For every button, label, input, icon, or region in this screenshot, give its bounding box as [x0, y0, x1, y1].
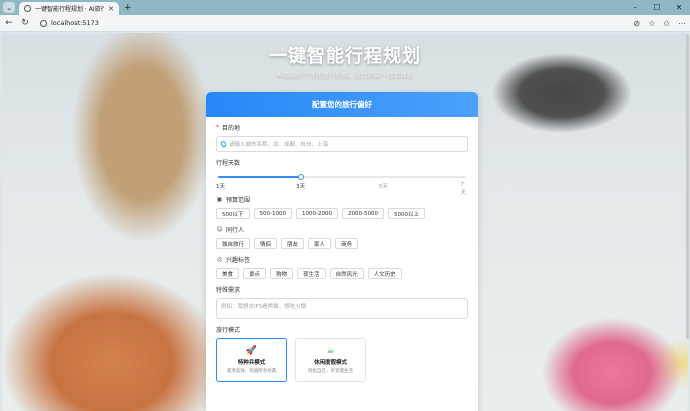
tab-actions-menu-icon[interactable]: ⌄ [3, 2, 15, 13]
destination-label-text: 目的地 [222, 125, 241, 132]
reload-icon[interactable]: ↻ [20, 18, 30, 28]
destination-label: * 目的地 [216, 123, 468, 132]
mode-label: 旅行模式 [216, 325, 468, 334]
page-viewport: 一键智能行程规划 AI驱动的个性化旅行攻略，让您的每一程都精彩 配置您的旅行偏好… [2, 33, 688, 411]
companion-chip[interactable]: 朋友 [281, 238, 305, 249]
tracking-prevention-icon[interactable]: ⊘ [633, 19, 640, 28]
budget-label-text: 预算范围 [226, 197, 251, 204]
mode-card-intensive[interactable]: 🚀 特种兵模式 紧凑高效，玩遍所有经典 [216, 338, 287, 382]
slider-mark-5: 5天 [378, 184, 388, 190]
preferences-card: 配置您的旅行偏好 * 目的地 请输入城市名称，如：成都、杭州、上海 行程天数 1… [206, 92, 478, 411]
companions-label: ☺ 同行人 [216, 225, 468, 234]
budget-chip[interactable]: 2000-5000 [341, 208, 384, 219]
budget-chip[interactable]: 1000-2000 [295, 208, 338, 219]
mode-title: 休闲度假模式 [313, 359, 347, 366]
slider-handle[interactable] [297, 174, 304, 180]
interest-chip[interactable]: 购物 [270, 268, 294, 279]
hero-subtitle: AI驱动的个性化旅行攻略，让您的每一程都精彩 [276, 71, 414, 79]
special-label: 特殊需求 [216, 285, 468, 294]
rocket-icon: 🚀 [245, 345, 258, 356]
wallet-icon: ▣ [216, 196, 223, 203]
mode-title: 特种兵模式 [237, 359, 266, 366]
budget-options: 500以下 500-1000 1000-2000 2000-5000 5000以… [216, 208, 468, 219]
mode-desc: 紧凑高效，玩遍所有经典 [226, 368, 277, 374]
interest-chip[interactable]: 美食 [216, 268, 240, 279]
window-controls: – ☐ ✕ [624, 3, 690, 12]
coffee-icon: ☕ [326, 345, 335, 356]
special-placeholder: 例如：我想去IFS看熊猫，想吃火锅 [221, 304, 307, 310]
companion-options: 独自旅行 情侣 朋友 家人 商务 [216, 238, 468, 249]
slider-mark-3: 3天 [296, 184, 306, 190]
more-menu-icon[interactable]: ⋯ [678, 19, 686, 28]
companion-chip[interactable]: 独自旅行 [216, 238, 251, 249]
mode-desc: 轻松自在，享受慢生活 [308, 368, 353, 374]
card-header: 配置您的旅行偏好 [206, 92, 478, 117]
interest-chip[interactable]: 夜生活 [297, 268, 326, 279]
days-label-text: 行程天数 [216, 160, 241, 167]
close-tab-icon[interactable]: ✕ [108, 5, 114, 13]
companion-chip[interactable]: 商务 [335, 238, 359, 249]
browser-tab[interactable]: 一键智能行程规划 · AI旅行助手 ✕ [19, 2, 119, 15]
interest-chip[interactable]: 自然风光 [329, 268, 364, 279]
days-label: 行程天数 [216, 158, 468, 167]
mode-options: 🚀 特种兵模式 紧凑高效，玩遍所有经典 ☕ 休闲度假模式 轻松自在，享受慢生活 [216, 338, 468, 382]
required-mark: * [216, 124, 219, 131]
budget-label: ▣ 预算范围 [216, 195, 468, 204]
page-scrollbar[interactable] [686, 34, 689, 339]
companion-chip[interactable]: 情侣 [254, 238, 278, 249]
address-bar: ← ↻ localhost:5173 ⊘ ☆ ✩ ⋯ [0, 15, 690, 32]
favorites-icon[interactable]: ✩ [663, 19, 670, 28]
location-pin-icon [219, 140, 228, 148]
location-icon: ◎ [216, 256, 223, 263]
interest-chip[interactable]: 景点 [243, 268, 267, 279]
interests-label-text: 兴趣标签 [226, 257, 251, 264]
slider-mark-7: 7天 [460, 182, 467, 196]
special-label-text: 特殊需求 [216, 287, 241, 294]
budget-chip[interactable]: 500-1000 [253, 208, 292, 219]
slider-track[interactable] [218, 174, 466, 180]
destination-placeholder: 请输入城市名称，如：成都、杭州、上海 [229, 142, 329, 148]
interests-label: ◎ 兴趣标签 [216, 255, 468, 264]
close-window-icon[interactable]: ✕ [668, 3, 690, 12]
hero-title: 一键智能行程规划 [269, 46, 421, 67]
mode-card-leisure[interactable]: ☕ 休闲度假模式 轻松自在，享受慢生活 [295, 338, 366, 382]
url-text[interactable]: localhost:5173 [51, 19, 99, 27]
site-info-icon[interactable] [40, 19, 47, 27]
slider-fill [218, 176, 301, 178]
special-requests-textarea[interactable]: 例如：我想去IFS看熊猫，想吃火锅 [216, 298, 468, 319]
back-icon[interactable]: ← [4, 18, 14, 28]
companions-label-text: 同行人 [226, 227, 245, 234]
maximize-icon[interactable]: ☐ [646, 3, 668, 12]
new-tab-icon[interactable]: + [124, 3, 132, 13]
mode-label-text: 旅行模式 [216, 327, 241, 334]
interest-options: 美食 景点 购物 夜生活 自然风光 人文历史 [216, 268, 468, 279]
companion-chip[interactable]: 家人 [308, 238, 332, 249]
destination-input[interactable]: 请输入城市名称，如：成都、杭州、上海 [216, 136, 468, 152]
people-icon: ☺ [216, 226, 223, 233]
url-field[interactable]: localhost:5173 [40, 19, 99, 27]
browser-tab-bar: ⌄ 一键智能行程规划 · AI旅行助手 ✕ + – ☐ ✕ [0, 0, 690, 15]
budget-chip[interactable]: 500以下 [216, 208, 250, 219]
slider-mark-1: 1天 [216, 184, 225, 190]
globe-icon [24, 5, 31, 12]
address-bar-actions: ⊘ ☆ ✩ ⋯ [633, 19, 686, 28]
favorite-star-icon[interactable]: ☆ [648, 19, 655, 28]
days-slider[interactable]: 1天 3天 5天 7天 [216, 169, 468, 196]
budget-chip[interactable]: 5000以上 [387, 208, 425, 219]
minimize-icon[interactable]: – [624, 3, 646, 12]
tab-title: 一键智能行程规划 · AI旅行助手 [35, 6, 105, 13]
interest-chip[interactable]: 人文历史 [367, 268, 402, 279]
